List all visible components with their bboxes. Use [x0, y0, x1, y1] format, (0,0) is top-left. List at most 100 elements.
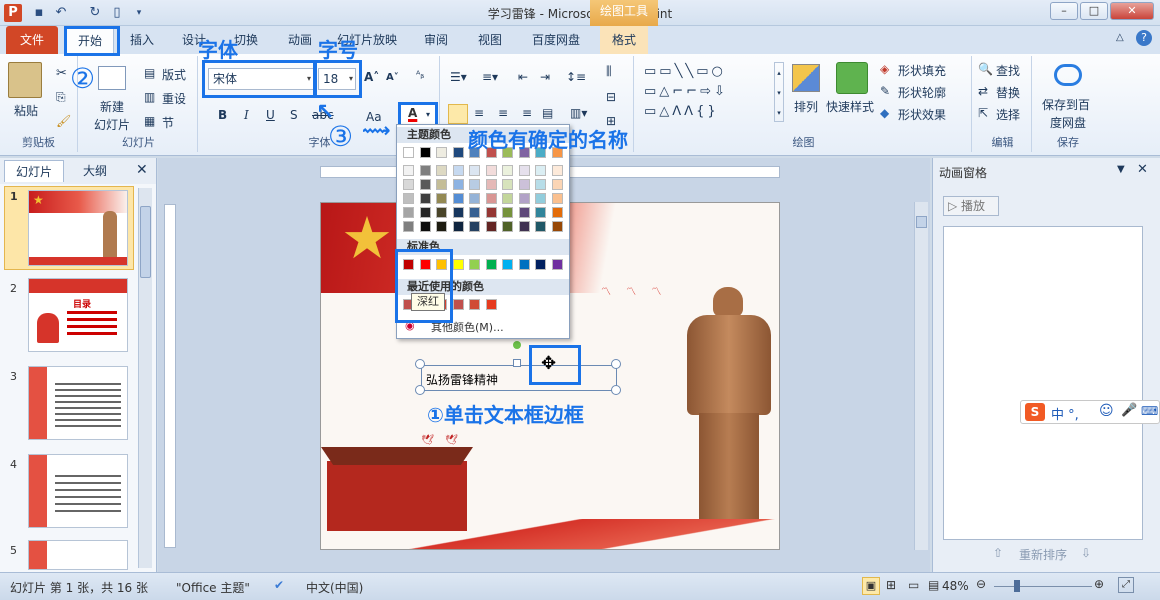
- shape-fill-button[interactable]: 形状填充: [898, 62, 946, 79]
- theme-shade-swatch[interactable]: [502, 193, 513, 204]
- theme-shade-swatch[interactable]: [485, 193, 497, 204]
- slide-thumbnail-3[interactable]: [28, 366, 128, 440]
- theme-shade-swatch[interactable]: [535, 179, 546, 190]
- increase-indent-icon[interactable]: ⇥: [540, 70, 550, 84]
- theme-shade-swatch[interactable]: [469, 165, 480, 176]
- paste-button-label[interactable]: 粘贴: [14, 102, 38, 119]
- theme-shade-swatch[interactable]: [469, 179, 480, 190]
- find-icon[interactable]: 🔍: [978, 62, 993, 76]
- underline-button[interactable]: U: [266, 108, 275, 122]
- zoom-level[interactable]: 48%: [942, 579, 969, 593]
- find-button[interactable]: 查找: [996, 62, 1020, 79]
- new-slide-icon[interactable]: [98, 66, 126, 90]
- shape-effect-button[interactable]: 形状效果: [898, 106, 946, 123]
- recent-color-swatch[interactable]: [469, 299, 480, 310]
- align-right-icon[interactable]: ≡: [498, 106, 508, 120]
- resize-handle[interactable]: [415, 385, 425, 395]
- zoom-slider-thumb[interactable]: [1014, 580, 1020, 592]
- bold-button[interactable]: B: [218, 108, 227, 122]
- slide-sorter-icon[interactable]: ⊞: [886, 578, 896, 592]
- theme-shade-swatch[interactable]: [419, 193, 431, 204]
- recent-color-swatch[interactable]: [485, 299, 497, 310]
- resize-handle[interactable]: [611, 385, 621, 395]
- standard-color-swatch[interactable]: [535, 259, 546, 270]
- theme-shade-swatch[interactable]: [485, 165, 497, 176]
- theme-shade-swatch[interactable]: [452, 179, 464, 190]
- line-spacing-icon[interactable]: ↕≡: [566, 70, 586, 84]
- theme-shade-swatch[interactable]: [436, 165, 447, 176]
- grow-font-icon[interactable]: A˄: [364, 70, 379, 84]
- save-to-baidu-label-1[interactable]: 保存到百: [1042, 96, 1090, 113]
- reading-view-icon[interactable]: ▭: [908, 578, 919, 592]
- close-pane-icon[interactable]: ✕: [136, 162, 148, 178]
- animation-list[interactable]: [943, 226, 1143, 540]
- textbox-border[interactable]: 弘扬雷锋精神: [421, 365, 617, 391]
- shape-outline-icon[interactable]: ✎: [880, 84, 890, 98]
- fit-to-window-icon[interactable]: ⤢: [1118, 577, 1134, 593]
- theme-shade-swatch[interactable]: [502, 221, 513, 232]
- theme-shade-swatch[interactable]: [419, 179, 431, 190]
- theme-shade-swatch[interactable]: [436, 221, 447, 232]
- theme-shade-swatch[interactable]: [551, 193, 563, 204]
- language-status[interactable]: 中文(中国): [306, 579, 363, 596]
- theme-shade-swatch[interactable]: [485, 221, 497, 232]
- theme-shade-swatch[interactable]: [551, 179, 563, 190]
- zoom-in-icon[interactable]: ⊕: [1094, 577, 1104, 591]
- slides-scrollbar[interactable]: [138, 188, 152, 568]
- collapse-ribbon-icon[interactable]: △: [1116, 32, 1124, 43]
- slideshow-view-icon[interactable]: ▤: [928, 578, 939, 592]
- zoom-out-icon[interactable]: ⊖: [976, 577, 986, 591]
- theme-shade-swatch[interactable]: [518, 207, 530, 218]
- reset-icon[interactable]: ▥: [144, 90, 155, 104]
- theme-shade-swatch[interactable]: [518, 179, 530, 190]
- replace-button[interactable]: 替换: [996, 84, 1020, 101]
- theme-shade-swatch[interactable]: [518, 193, 530, 204]
- arrange-icon[interactable]: [792, 64, 820, 92]
- standard-color-swatch[interactable]: [502, 259, 513, 270]
- section-icon[interactable]: ▦: [144, 114, 155, 128]
- emoji-icon[interactable]: ☺: [1099, 403, 1114, 419]
- select-icon[interactable]: ⇱: [978, 106, 988, 120]
- tab-file[interactable]: 文件: [6, 26, 58, 54]
- format-painter-icon[interactable]: 🖌: [56, 114, 71, 128]
- standard-color-swatch[interactable]: [469, 259, 480, 270]
- resize-handle[interactable]: [415, 359, 425, 369]
- shape-effect-icon[interactable]: ◆: [880, 106, 889, 120]
- slide-thumbnail-2[interactable]: 目录: [28, 278, 128, 352]
- align-center-icon[interactable]: ≡: [474, 106, 484, 120]
- theme-shade-swatch[interactable]: [551, 207, 563, 218]
- theme-color-swatch[interactable]: [452, 147, 464, 158]
- resize-handle[interactable]: [611, 359, 621, 369]
- justify-icon[interactable]: ≡: [522, 106, 532, 120]
- save-to-baidu-label-2[interactable]: 度网盘: [1050, 114, 1086, 131]
- theme-shade-swatch[interactable]: [485, 179, 497, 190]
- scrollbar-thumb[interactable]: [916, 216, 927, 228]
- theme-shade-swatch[interactable]: [403, 221, 414, 232]
- bullets-icon[interactable]: ☰▾: [450, 70, 467, 84]
- ime-mode-label[interactable]: 中 °,: [1051, 404, 1079, 423]
- help-icon[interactable]: ?: [1136, 30, 1152, 46]
- theme-shade-swatch[interactable]: [403, 207, 414, 218]
- play-button[interactable]: ▷ 播放: [943, 196, 999, 216]
- theme-shade-swatch[interactable]: [535, 165, 546, 176]
- theme-shade-swatch[interactable]: [403, 193, 414, 204]
- layout-icon[interactable]: ▤: [144, 66, 155, 80]
- shrink-font-icon[interactable]: A˅: [386, 72, 399, 83]
- close-pane-icon[interactable]: ✕: [1137, 162, 1148, 177]
- standard-color-swatch[interactable]: [518, 259, 530, 270]
- tab-review[interactable]: 审阅: [418, 26, 454, 54]
- tab-view[interactable]: 视图: [472, 26, 508, 54]
- theme-shade-swatch[interactable]: [419, 207, 431, 218]
- shape-fill-icon[interactable]: ◈: [880, 62, 889, 76]
- slide-thumbnail-5[interactable]: [28, 540, 128, 570]
- paste-icon[interactable]: [8, 62, 42, 98]
- copy-icon[interactable]: ⎘: [56, 90, 66, 105]
- italic-button[interactable]: I: [244, 108, 249, 122]
- theme-color-swatch[interactable]: [403, 147, 414, 158]
- shapes-gallery[interactable]: ▭▭╲╲▭○ ▭△⌐⌐⇨⇩ ▭△ᐱᐱ{}: [644, 62, 772, 122]
- tab-animations[interactable]: 动画: [282, 26, 318, 54]
- text-direction-icon[interactable]: ⫼: [606, 64, 612, 79]
- move-down-icon[interactable]: ⇩: [1081, 546, 1091, 560]
- baidu-cloud-icon[interactable]: [1054, 64, 1082, 86]
- replace-icon[interactable]: ⇄: [978, 84, 988, 98]
